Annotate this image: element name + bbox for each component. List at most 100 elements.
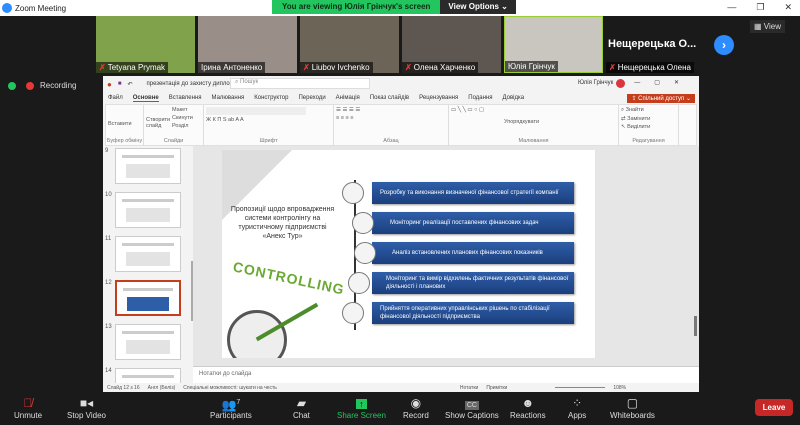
show-captions-button[interactable]: CC Show Captions — [445, 395, 499, 420]
slide-thumbnail[interactable] — [115, 236, 181, 272]
ribbon-tab[interactable]: Рецензування — [419, 95, 458, 101]
autosave-icon: ● — [107, 79, 112, 89]
editor-scrollbar[interactable] — [694, 316, 697, 336]
stop-video-button[interactable]: ■◂ Stop Video — [67, 395, 106, 420]
ribbon-tab[interactable]: Анімація — [336, 95, 360, 101]
group-label: Малювання — [518, 138, 549, 144]
notes-pane[interactable]: Нотатки до слайда — [193, 366, 699, 383]
comments-button[interactable]: Примітки — [486, 385, 507, 391]
slide-number: 11 — [105, 236, 112, 242]
zoom-level[interactable]: 108% — [613, 385, 626, 391]
next-page-button[interactable]: › — [714, 35, 734, 55]
zoom-title-bar: Zoom Meeting You are viewing Юлія Грінчу… — [0, 0, 800, 16]
recording-dot-icon — [26, 81, 34, 90]
undo-icon[interactable]: ↶ — [127, 81, 132, 88]
slide-thumbnails: 9 10 11 12 13 14 — [103, 146, 194, 404]
ppt-window-controls[interactable]: —▢✕ — [634, 79, 693, 86]
ppt-search-input[interactable]: ⌕ Пошук — [230, 78, 370, 89]
reset-button[interactable]: Скинути — [172, 115, 201, 121]
image-text: CONTROLLING — [231, 258, 347, 298]
share-screen-button[interactable]: ↑ Share Screen — [337, 395, 386, 420]
slide-number: 14 — [105, 368, 112, 374]
record-icon: ◉ — [410, 396, 422, 410]
new-slide-button[interactable]: Створити слайд — [146, 117, 170, 129]
view-button[interactable]: ▦ View — [750, 20, 785, 33]
share-button[interactable]: ⇪ Спільний доступ ⌄ — [627, 94, 695, 103]
replace-button[interactable]: ⇄ Замінити — [621, 116, 676, 122]
shapes-gallery[interactable]: ▭ ╲ ╲ ▭ ○ ▢ — [451, 107, 616, 113]
apps-button[interactable]: ⁘ Apps — [568, 395, 586, 420]
language[interactable]: Англ (Беліз) — [148, 385, 176, 391]
ribbon-tab[interactable]: Подання — [468, 95, 492, 101]
security-shield-icon[interactable] — [8, 81, 16, 90]
ribbon-tab[interactable]: Переходи — [298, 95, 325, 101]
group-label: Редагування — [632, 138, 665, 144]
restore-icon[interactable]: ❐ — [756, 2, 764, 13]
section-button[interactable]: Розділ — [172, 123, 201, 129]
zoom-slider[interactable] — [555, 387, 606, 388]
timeline-circle-icon — [342, 302, 364, 324]
unmute-button[interactable]: 🎙̸ Unmute — [14, 395, 42, 420]
slide-number: 12 — [105, 280, 112, 286]
select-button[interactable]: ↖ Виділити — [621, 124, 676, 130]
slide-thumbnail[interactable] — [115, 324, 181, 360]
participant-tile[interactable]: ✗ Tetyana Prymak — [96, 16, 195, 73]
group-label: Слайди — [163, 138, 184, 144]
ribbon-tab[interactable]: Основне — [132, 95, 159, 102]
ribbon-tab[interactable]: Вставлення — [169, 95, 202, 101]
participant-name: ✗ Tetyana Prymak — [96, 62, 169, 73]
ribbon-tab[interactable]: Показ слайдів — [370, 95, 409, 101]
notes-button[interactable]: Нотатки — [460, 385, 478, 391]
arrange-button[interactable]: Упорядкувати — [504, 119, 539, 125]
find-button[interactable]: ⌕ Знайти — [621, 107, 676, 114]
slide-thumbnail[interactable] — [115, 192, 181, 228]
chat-button[interactable]: ▰ Chat — [293, 395, 310, 420]
align-buttons[interactable]: ≡ ≡ ≡ ≡ — [336, 115, 446, 121]
slide-thumbnail[interactable] — [115, 148, 181, 184]
paste-button[interactable]: Вставити — [108, 121, 141, 127]
record-button[interactable]: ◉ Record — [403, 395, 429, 420]
apps-icon: ⁘ — [572, 396, 583, 410]
video-gallery: ✗ Tetyana Prymak Ірина Антоненко ✗ Liubov Iv… — [0, 16, 800, 75]
participant-name: Ірина Антоненко — [198, 62, 266, 73]
participant-tile[interactable]: Ірина Антоненко — [198, 16, 297, 73]
timeline-circle-icon — [348, 272, 370, 294]
timeline-item: Моніторинг реалізації поставлених фінанс… — [372, 212, 574, 234]
minimize-icon[interactable]: — — [727, 2, 736, 13]
font-format-buttons[interactable]: Ж К П S ab A A — [206, 117, 331, 123]
group-label: Шрифт — [259, 138, 278, 144]
recording-indicator: Recording — [8, 81, 76, 90]
reactions-button[interactable]: ☻ Reactions — [510, 395, 546, 420]
mic-muted-icon: ✗ — [405, 63, 412, 72]
list-buttons[interactable]: ☰ ☰ ☰ ☰ — [336, 107, 446, 113]
mic-muted-icon: 🎙̸ — [23, 396, 33, 410]
whiteboards-button[interactable]: ▢ Whiteboards — [610, 395, 655, 420]
group-slides: Макет Скинути Розділ Створити слайд Слайди — [144, 105, 204, 145]
participants-button[interactable]: 👥7 Participants — [210, 395, 252, 420]
layout-button[interactable]: Макет — [172, 107, 201, 113]
accessibility-status[interactable]: Спеціальні можливості: шукати на честь — [183, 385, 277, 391]
view-banner: You are viewing Юлія Грінчук's screen Vi… — [272, 0, 516, 14]
ribbon-tab[interactable]: Файл — [108, 95, 123, 101]
save-icon[interactable]: ■ — [118, 81, 122, 87]
participant-tile[interactable]: ✗ Олена Харченко — [402, 16, 501, 73]
participant-tile[interactable]: ✗ Liubov Ivchenko — [300, 16, 399, 73]
compass-icon — [227, 310, 287, 358]
timeline-circle-icon — [342, 182, 364, 204]
close-icon[interactable]: ✕ — [784, 2, 792, 13]
timeline-item: Аналіз встановлених планових фінансових … — [372, 242, 574, 264]
user-avatar[interactable] — [616, 79, 625, 88]
leave-button[interactable]: Leave — [755, 399, 793, 416]
view-options-button[interactable]: View Options ⌄ — [440, 0, 516, 14]
slide-thumbnail[interactable] — [115, 280, 181, 316]
ribbon-tab[interactable]: Довідка — [502, 95, 524, 101]
mic-muted-icon: ✗ — [303, 63, 310, 72]
user-name: Юлія Грінчук — [578, 80, 614, 86]
ribbon-tab[interactable]: Малювання — [212, 95, 245, 101]
status-bar: Слайд 12 з 16 Англ (Беліз) Спеціальні мо… — [103, 383, 699, 392]
participant-name: ✗ Нещерецька Олена — [606, 62, 694, 73]
participants-icon: 👥7 — [221, 398, 241, 412]
participant-tile[interactable]: Юлія Грінчук — [504, 16, 603, 73]
ribbon-tab[interactable]: Конструктор — [254, 95, 288, 101]
powerpoint-window: ● ■ ↶ презентація до захисту диплому Грі… — [103, 76, 699, 404]
